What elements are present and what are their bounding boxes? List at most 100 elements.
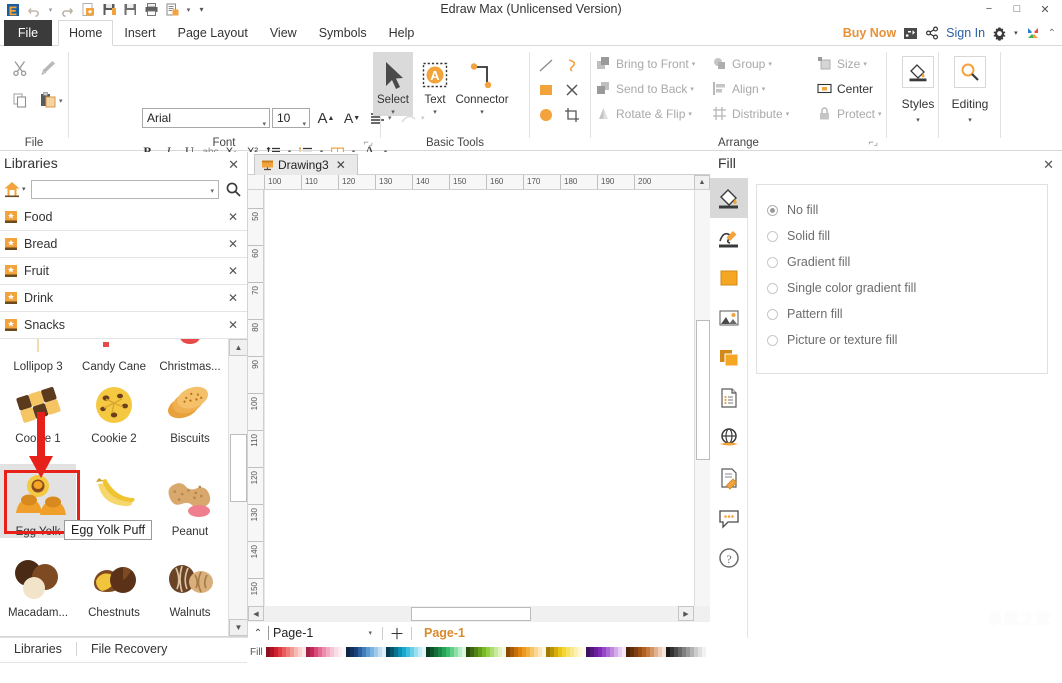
- help-icon[interactable]: ?: [710, 538, 748, 578]
- picture-icon[interactable]: [710, 298, 748, 338]
- library-category-close-icon[interactable]: ✕: [228, 318, 238, 332]
- library-shape-cookie-1[interactable]: Cookie 1: [0, 377, 76, 445]
- group-button[interactable]: Group ▾: [709, 51, 772, 76]
- library-category-food[interactable]: Food ✕: [0, 204, 247, 231]
- page-selector-dropdown-icon[interactable]: ▾: [368, 629, 372, 637]
- canvas-horizontal-scrollbar[interactable]: ◀ ▶: [248, 606, 710, 622]
- maximize-button[interactable]: □: [1004, 0, 1030, 18]
- library-scroll-thumb[interactable]: [230, 434, 247, 502]
- library-scrollbar[interactable]: ▲ ▼: [228, 339, 247, 636]
- fill-option-picture-or-texture-fill[interactable]: Picture or texture fill: [767, 327, 1047, 353]
- canvas-vertical-scrollbar[interactable]: ▼: [694, 190, 711, 645]
- center-button[interactable]: Center: [814, 76, 873, 101]
- font-dialog-launcher[interactable]: ⌐⌟: [364, 137, 373, 148]
- distribute-dropdown-icon[interactable]: ▾: [786, 110, 790, 118]
- size-dropdown-icon[interactable]: ▾: [863, 60, 867, 68]
- canvas-scroll-up-button[interactable]: ▲: [694, 175, 710, 189]
- share-icon[interactable]: [925, 26, 939, 40]
- group-dropdown-icon[interactable]: ▾: [768, 60, 772, 68]
- fill-panel-close-icon[interactable]: ✕: [1043, 157, 1054, 173]
- menu-file[interactable]: File: [4, 20, 52, 46]
- minimize-button[interactable]: −: [976, 0, 1002, 18]
- font-name-dropdown-icon[interactable]: ▾: [262, 116, 266, 134]
- search-icon[interactable]: [225, 181, 242, 201]
- library-category-drink[interactable]: Drink ✕: [0, 285, 247, 312]
- library-shape-candy-cane[interactable]: Candy Cane: [76, 339, 152, 373]
- distribute-button[interactable]: Distribute ▾: [709, 101, 789, 126]
- notes-edit-icon[interactable]: [710, 458, 748, 498]
- close-button[interactable]: ✕: [1032, 0, 1058, 18]
- settings-dropdown-icon[interactable]: ▾: [1014, 29, 1018, 37]
- menu-item-view[interactable]: View: [259, 20, 308, 46]
- home-dropdown-icon[interactable]: ▾: [22, 185, 26, 193]
- tab-file-recovery[interactable]: File Recovery: [77, 638, 181, 661]
- page-tab-page-1[interactable]: Page-1: [424, 626, 465, 640]
- vertical-ruler[interactable]: 50 60 70 80 90 100 110 120 130 140 150 1…: [248, 190, 264, 645]
- buy-now-link[interactable]: Buy Now: [843, 26, 896, 40]
- copy-icon[interactable]: [8, 88, 32, 112]
- library-shape-chestnuts[interactable]: Chestnuts: [76, 551, 152, 619]
- document-tab-close-icon[interactable]: ✕: [336, 158, 346, 172]
- rectangle-shape-icon[interactable]: [534, 79, 558, 101]
- styles-button[interactable]: Styles ▾: [888, 50, 948, 124]
- fill-option-pattern-fill[interactable]: Pattern fill: [767, 301, 1047, 327]
- share-folder-icon[interactable]: [903, 26, 918, 40]
- canvas-vscroll-thumb[interactable]: [696, 320, 710, 460]
- font-size-dropdown-icon[interactable]: ▾: [302, 116, 306, 134]
- comment-icon[interactable]: [710, 498, 748, 538]
- line-shape-icon[interactable]: [534, 54, 558, 76]
- color-palette-strip[interactable]: [266, 647, 706, 657]
- ellipse-shape-icon[interactable]: [534, 104, 558, 126]
- canvas-scroll-left-button[interactable]: ◀: [248, 606, 264, 621]
- document-tab-drawing3[interactable]: Drawing3 ✕: [254, 154, 358, 175]
- color-swatch-icon[interactable]: [710, 258, 748, 298]
- library-scroll-down-button[interactable]: ▼: [229, 619, 247, 636]
- search-input[interactable]: ▾: [31, 180, 219, 199]
- hyperlink-globe-icon[interactable]: [710, 418, 748, 458]
- add-page-button[interactable]: ＋: [387, 623, 407, 644]
- home-icon[interactable]: ▾: [3, 180, 26, 198]
- text-tool[interactable]: A Text ▾: [415, 52, 455, 116]
- canvas-hscroll-thumb[interactable]: [411, 607, 531, 621]
- library-category-bread[interactable]: Bread ✕: [0, 231, 247, 258]
- document-properties-icon[interactable]: [710, 378, 748, 418]
- fill-option-single-color-gradient-fill[interactable]: Single color gradient fill: [767, 275, 1047, 301]
- drawing-canvas[interactable]: [264, 190, 694, 645]
- page-selector[interactable]: Page-1 ▾: [268, 624, 378, 642]
- styles-dropdown-icon[interactable]: ▾: [888, 116, 948, 124]
- connector-tool-dropdown-icon[interactable]: ▾: [453, 108, 511, 116]
- bring-to-front-button[interactable]: Bring to Front ▾: [593, 51, 695, 76]
- horizontal-ruler[interactable]: 100 110 120 130 140 150 160 170 180 190 …: [248, 175, 710, 190]
- menu-item-symbols[interactable]: Symbols: [308, 20, 378, 46]
- paste-icon[interactable]: [36, 88, 60, 112]
- align-dropdown-icon[interactable]: ▾: [762, 85, 766, 93]
- library-category-close-icon[interactable]: ✕: [228, 291, 238, 305]
- library-shape-biscuits[interactable]: Biscuits: [152, 377, 228, 445]
- shadow-icon[interactable]: [710, 338, 748, 378]
- library-category-close-icon[interactable]: ✕: [228, 210, 238, 224]
- curve-shape-icon[interactable]: [560, 54, 584, 76]
- library-scroll-up-button[interactable]: ▲: [229, 339, 247, 356]
- chevron-up-icon[interactable]: ⌃: [248, 628, 268, 639]
- menu-item-home[interactable]: Home: [58, 20, 114, 46]
- connector-tool[interactable]: Connector ▾: [453, 52, 511, 116]
- font-size-input[interactable]: 10 ▾: [272, 108, 310, 128]
- bring-to-front-dropdown-icon[interactable]: ▾: [692, 60, 696, 68]
- crop-icon[interactable]: [560, 104, 584, 126]
- menu-item-help[interactable]: Help: [378, 20, 426, 46]
- library-shape-christmas[interactable]: Christmas...: [152, 339, 228, 373]
- send-to-back-dropdown-icon[interactable]: ▾: [690, 85, 694, 93]
- palette-swatch[interactable]: [702, 647, 706, 657]
- libraries-close-icon[interactable]: ✕: [228, 157, 239, 173]
- select-tool[interactable]: Select ▾: [373, 52, 413, 116]
- library-shape-walnuts[interactable]: Walnuts: [152, 551, 228, 619]
- cut-icon[interactable]: [8, 56, 32, 80]
- paste-dropdown-icon[interactable]: ▾: [59, 97, 63, 105]
- library-shape-peanut[interactable]: Peanut: [152, 464, 228, 538]
- library-category-close-icon[interactable]: ✕: [228, 264, 238, 278]
- library-category-fruit[interactable]: Fruit ✕: [0, 258, 247, 285]
- align-button[interactable]: Align ▾: [709, 76, 765, 101]
- increase-font-size-icon[interactable]: A ▲: [315, 107, 337, 129]
- size-button[interactable]: Size ▾: [814, 51, 867, 76]
- protect-dropdown-icon[interactable]: ▾: [878, 110, 882, 118]
